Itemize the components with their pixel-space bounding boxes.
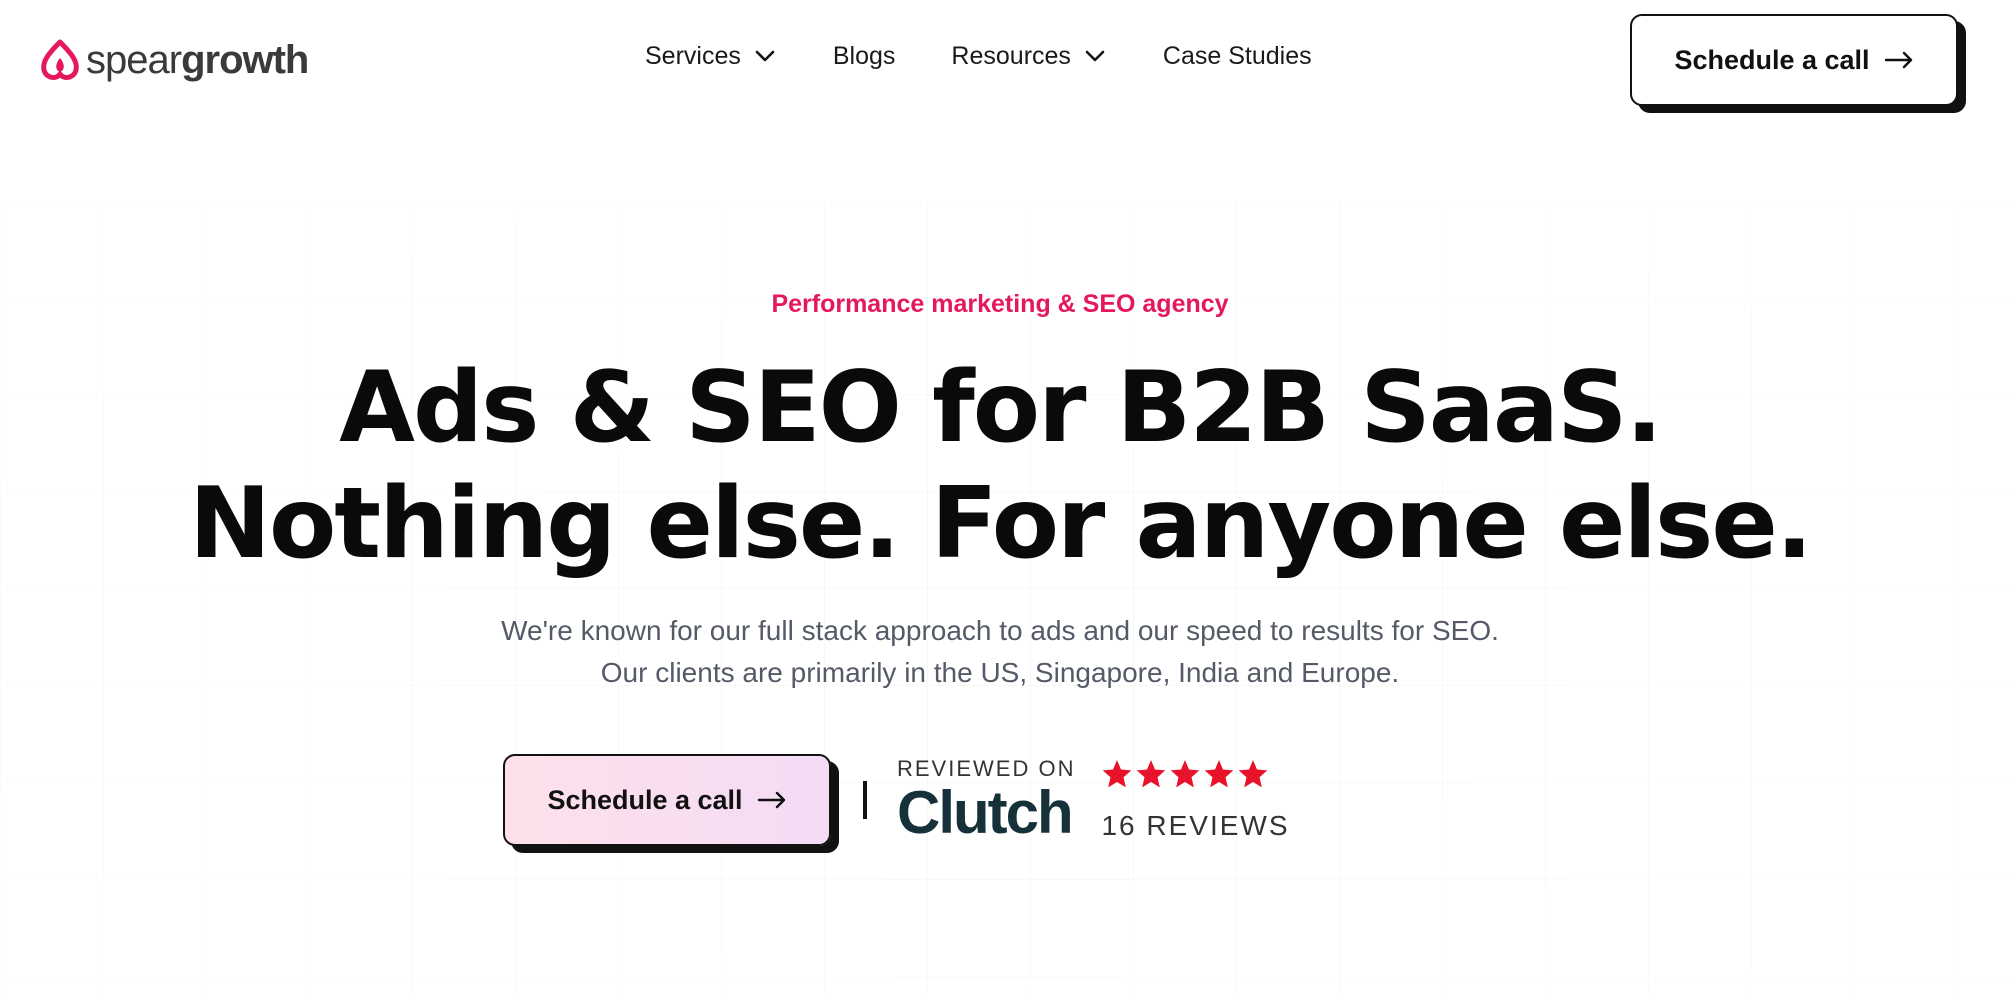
clutch-logo-text: Clutch [897, 779, 1074, 846]
header-schedule-call-button[interactable]: Schedule a call [1630, 14, 1958, 106]
star-icon [1239, 760, 1268, 788]
nav-item-label: Case Studies [1162, 41, 1312, 70]
hero-schedule-call-button[interactable]: Schedule a call [503, 754, 831, 846]
star-icon [1205, 760, 1234, 788]
hero-subtext-line-2: Our clients are primarily in the US, Sin… [600, 657, 1400, 688]
hero-subtext-line-1: We're known for our full stack approach … [501, 615, 1499, 646]
logo[interactable]: speargrowth [38, 36, 309, 84]
button-label: Schedule a call [547, 784, 743, 815]
hero-eyebrow: Performance marketing & SEO agency [771, 290, 1229, 318]
chevron-down-icon [755, 50, 775, 62]
logo-mark-icon [41, 39, 79, 80]
nav-item-case-studies[interactable]: Case Studies [1163, 42, 1312, 71]
star-icon [1103, 760, 1132, 788]
divider [863, 781, 867, 819]
hero-headline: Ads & SEO for B2B SaaS. Nothing else. Fo… [0, 350, 2000, 582]
chevron-down-icon [1085, 50, 1105, 62]
arrow-right-icon [1884, 51, 1912, 69]
nav-item-services[interactable]: Services [645, 42, 777, 71]
star-rating [1101, 758, 1289, 792]
star-icon [1137, 760, 1166, 788]
hero-subtext: We're known for our full stack approach … [0, 610, 2000, 694]
nav-item-blogs[interactable]: Blogs [833, 42, 896, 71]
hero-cta-row: Schedule a call REVIEWED ON Clutch 16 RE… [503, 752, 1290, 848]
nav-item-resources[interactable]: Resources [951, 42, 1107, 71]
arrow-right-icon [757, 791, 785, 809]
logo-text-bold: growth [181, 38, 309, 82]
clutch-badge[interactable]: REVIEWED ON Clutch [897, 756, 1075, 843]
nav-item-label: Services [645, 41, 741, 70]
button-label: Schedule a call [1674, 44, 1870, 75]
hero-headline-line-1: Ads & SEO for B2B SaaS. [339, 351, 1663, 465]
rating: 16 REVIEWS [1101, 758, 1289, 842]
page: speargrowth Services Blogs Resources Cas… [0, 0, 2014, 995]
clutch-logo: Clutch [897, 783, 1075, 843]
logo-text-light: spear [86, 38, 182, 82]
main-nav: Services Blogs Resources Case Studies [645, 36, 1312, 76]
star-icon [1171, 760, 1200, 788]
hero-headline-line-2: Nothing else. For anyone else. [188, 467, 1813, 581]
logo-wordmark: speargrowth [86, 38, 309, 82]
review-count: 16 REVIEWS [1101, 810, 1290, 841]
background-grid [0, 200, 2014, 995]
nav-item-label: Blogs [832, 41, 896, 70]
nav-item-label: Resources [951, 41, 1071, 70]
